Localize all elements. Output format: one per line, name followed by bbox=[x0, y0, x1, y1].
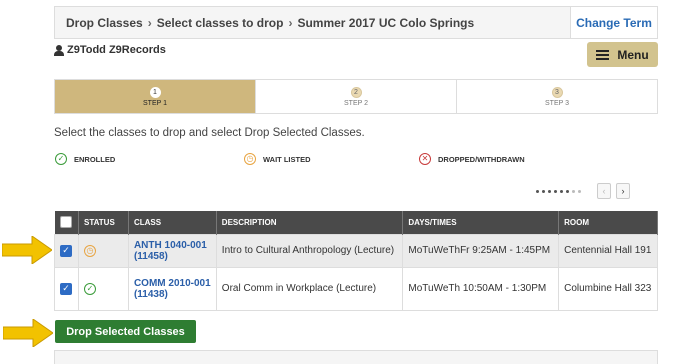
room-cell: Columbine Hall 323 bbox=[558, 266, 658, 311]
legend-enrolled: ✓ ENROLLED bbox=[55, 153, 115, 165]
menu-label: Menu bbox=[617, 47, 649, 62]
row-checkbox[interactable]: ✓ bbox=[60, 244, 72, 257]
header-select-all[interactable] bbox=[54, 211, 79, 234]
header-days-times: DAYS/TIMES bbox=[402, 211, 560, 234]
breadcrumb-bar: Drop Classes › Select classes to drop › … bbox=[54, 6, 658, 39]
pager-dot bbox=[548, 189, 551, 193]
row-checkbox-cell: ✓ bbox=[54, 266, 79, 311]
breadcrumb-select-classes[interactable]: Select classes to drop bbox=[157, 16, 284, 30]
clock-circle-icon: ◷ bbox=[83, 244, 96, 257]
user-name: Z9Todd Z9Records bbox=[67, 44, 166, 56]
class-link[interactable]: ANTH 1040-001 bbox=[134, 240, 211, 251]
chevron-left-icon[interactable]: ‹ bbox=[597, 183, 611, 199]
row-checkbox-cell: ✓ bbox=[54, 233, 79, 268]
class-cell: COMM 2010-001 (11438) bbox=[127, 266, 217, 311]
header-description: DESCRIPTION bbox=[216, 211, 404, 234]
class-link[interactable]: COMM 2010-001 bbox=[134, 278, 211, 289]
status-cell: ✓ bbox=[77, 266, 129, 311]
pager-dot bbox=[536, 189, 539, 193]
legend-label: WAIT LISTED bbox=[263, 154, 311, 164]
instructions-text: Select the classes to drop and select Dr… bbox=[54, 127, 365, 139]
class-number[interactable]: (11438) bbox=[134, 289, 211, 300]
breadcrumb-separator: › bbox=[147, 15, 152, 30]
step-progress: 1 STEP 1 2 STEP 2 3 STEP 3 bbox=[54, 79, 658, 114]
legend-dropped: ✕ DROPPED/WITHDRAWN bbox=[419, 153, 525, 165]
pager-dot bbox=[554, 189, 557, 193]
hamburger-icon bbox=[596, 49, 610, 60]
pager-dot bbox=[542, 189, 545, 193]
class-cell: ANTH 1040-001 (11458) bbox=[127, 233, 217, 268]
breadcrumb-drop-classes[interactable]: Drop Classes bbox=[66, 16, 143, 30]
pager-dot bbox=[578, 189, 581, 193]
step-number: 3 bbox=[551, 86, 563, 98]
chevron-right-icon[interactable]: › bbox=[616, 183, 630, 199]
class-number[interactable]: (11458) bbox=[134, 251, 211, 262]
menu-button[interactable]: Menu bbox=[587, 42, 658, 67]
user-icon bbox=[54, 44, 64, 56]
step-label: STEP 1 bbox=[143, 99, 167, 107]
drop-selected-classes-button[interactable]: Drop Selected Classes bbox=[55, 320, 196, 343]
legend-wait-listed: ◷ WAIT LISTED bbox=[244, 153, 311, 165]
legend-label: ENROLLED bbox=[74, 154, 116, 164]
step-label: STEP 3 bbox=[545, 99, 569, 107]
breadcrumb-term: Summer 2017 UC Colo Springs bbox=[297, 15, 475, 30]
table-header-row: STATUS CLASS DESCRIPTION DAYS/TIMES ROOM bbox=[54, 211, 658, 234]
room-cell: Centennial Hall 191 bbox=[558, 233, 658, 268]
classes-table: STATUS CLASS DESCRIPTION DAYS/TIMES ROOM… bbox=[54, 211, 658, 311]
status-legend: ✓ ENROLLED ◷ WAIT LISTED ✕ DROPPED/WITHD… bbox=[54, 153, 658, 167]
user-info: Z9Todd Z9Records bbox=[54, 44, 166, 56]
days-times-cell: MoTuWeThFr 9:25AM - 1:45PM bbox=[402, 233, 560, 268]
x-circle-icon: ✕ bbox=[419, 153, 431, 165]
days-times-cell: MoTuWeTh 10:50AM - 1:30PM bbox=[402, 266, 560, 311]
step-3: 3 STEP 3 bbox=[457, 80, 657, 113]
breadcrumb-separator: › bbox=[288, 15, 293, 30]
row-checkbox[interactable]: ✓ bbox=[60, 282, 72, 295]
bottom-panel bbox=[54, 350, 658, 364]
pager-dot bbox=[572, 189, 575, 193]
breadcrumb: Drop Classes › Select classes to drop › … bbox=[55, 16, 570, 30]
header-room: ROOM bbox=[558, 211, 658, 234]
description-cell: Intro to Cultural Anthropology (Lecture) bbox=[215, 233, 404, 268]
step-1: 1 STEP 1 bbox=[55, 80, 256, 113]
check-circle-icon: ✓ bbox=[55, 153, 67, 165]
select-all-checkbox[interactable] bbox=[59, 216, 72, 229]
clock-circle-icon: ◷ bbox=[244, 153, 256, 165]
legend-label: DROPPED/WITHDRAWN bbox=[438, 154, 525, 164]
table-pager: ‹ › bbox=[536, 183, 630, 199]
pager-dot bbox=[566, 189, 569, 193]
change-term-button[interactable]: Change Term bbox=[570, 7, 657, 38]
check-circle-icon: ✓ bbox=[83, 282, 96, 295]
callout-arrow-icon bbox=[2, 236, 52, 264]
callout-arrow-icon bbox=[3, 319, 53, 347]
status-cell: ◷ bbox=[77, 233, 129, 268]
step-number: 2 bbox=[350, 86, 362, 98]
description-cell: Oral Comm in Workplace (Lecture) bbox=[215, 266, 404, 311]
header-class: CLASS bbox=[128, 211, 217, 234]
table-row: ✓ ✓ COMM 2010-001 (11438) Oral Comm in W… bbox=[54, 266, 658, 311]
step-number: 1 bbox=[149, 86, 161, 98]
header-status: STATUS bbox=[78, 211, 129, 234]
pager-dot bbox=[560, 189, 563, 193]
step-label: STEP 2 bbox=[344, 99, 368, 107]
table-row: ✓ ◷ ANTH 1040-001 (11458) Intro to Cultu… bbox=[54, 233, 658, 268]
step-2: 2 STEP 2 bbox=[256, 80, 457, 113]
